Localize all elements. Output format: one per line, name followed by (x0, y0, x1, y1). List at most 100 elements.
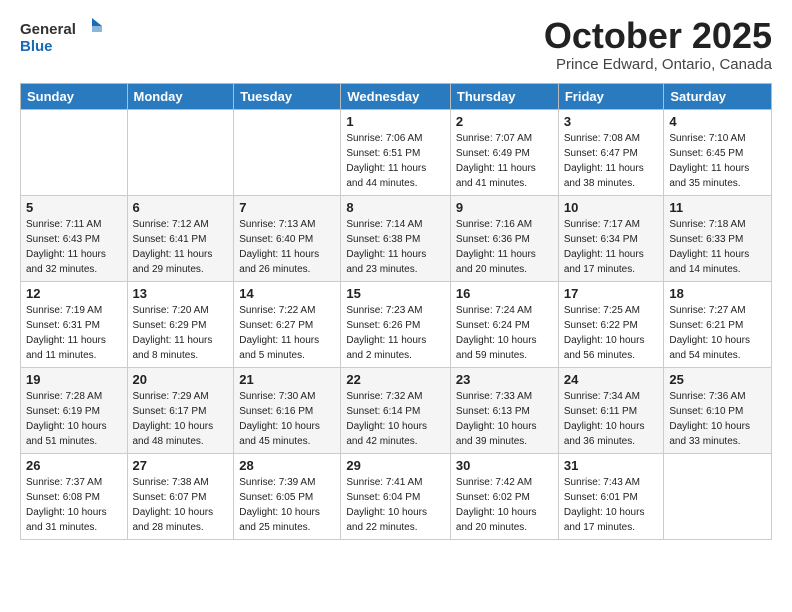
calendar-cell: 12Sunrise: 7:19 AM Sunset: 6:31 PM Dayli… (21, 281, 128, 367)
day-info: Sunrise: 7:27 AM Sunset: 6:21 PM Dayligh… (669, 303, 766, 363)
svg-text:General: General (20, 21, 76, 38)
day-number: 18 (669, 286, 766, 301)
calendar-cell: 13 Sunrise: 7:20 AM Sunset: 6:29 PM Dayli… (127, 281, 234, 367)
day-info: Sunrise: 7:24 AM Sunset: 6:24 PM Dayligh… (456, 303, 553, 363)
day-info: Sunrise: 7:38 AM Sunset: 6:07 PM Dayligh… (133, 475, 229, 535)
day-number: 15 (346, 286, 445, 301)
calendar-cell: 9 Sunrise: 7:16 AM Sunset: 6:36 PM Daylig… (450, 195, 558, 281)
calendar-cell: 30Sunrise: 7:42 AM Sunset: 6:02 PM Dayli… (450, 453, 558, 539)
day-info: Sunrise: 7:28 AM Sunset: 6:19 PM Dayligh… (26, 389, 122, 449)
col-thursday: Thursday (450, 83, 558, 109)
header-row: Sunday Monday Tuesday Wednesday Thursday… (21, 83, 772, 109)
day-number: 13 (133, 286, 229, 301)
calendar-cell: 29Sunrise: 7:41 AM Sunset: 6:04 PM Dayli… (341, 453, 451, 539)
day-info: Sunrise: 7:11 AM Sunset: 6:43 PM Dayligh… (26, 217, 122, 277)
day-info: Sunrise: 7:16 AM Sunset: 6:36 PM Dayligh… (456, 217, 553, 277)
day-number: 23 (456, 372, 553, 387)
day-info: Sunrise: 7:43 AM Sunset: 6:01 PM Dayligh… (564, 475, 659, 535)
day-info: Sunrise: 7:42 AM Sunset: 6:02 PM Dayligh… (456, 475, 553, 535)
page: General Blue October 2025 Prince Edward,… (0, 0, 792, 556)
day-info: Sunrise: 7:06 AM Sunset: 6:51 PM Dayligh… (346, 131, 445, 191)
calendar-cell: 27 Sunrise: 7:38 AM Sunset: 6:07 PM Dayli… (127, 453, 234, 539)
day-number: 26 (26, 458, 122, 473)
calendar-cell (234, 109, 341, 195)
day-number: 31 (564, 458, 659, 473)
day-info: Sunrise: 7:29 AM Sunset: 6:17 PM Dayligh… (133, 389, 229, 449)
calendar-cell: 8 Sunrise: 7:14 AM Sunset: 6:38 PM Daylig… (341, 195, 451, 281)
col-friday: Friday (558, 83, 664, 109)
calendar-cell: 4 Sunrise: 7:10 AM Sunset: 6:45 PM Daylig… (664, 109, 772, 195)
day-info: Sunrise: 7:10 AM Sunset: 6:45 PM Dayligh… (669, 131, 766, 191)
calendar-cell: 15Sunrise: 7:23 AM Sunset: 6:26 PM Dayli… (341, 281, 451, 367)
day-info: Sunrise: 7:25 AM Sunset: 6:22 PM Dayligh… (564, 303, 659, 363)
day-info: Sunrise: 7:37 AM Sunset: 6:08 PM Dayligh… (26, 475, 122, 535)
calendar-cell: 17Sunrise: 7:25 AM Sunset: 6:22 PM Dayli… (558, 281, 664, 367)
day-number: 11 (669, 200, 766, 215)
calendar-cell: 1 Sunrise: 7:06 AM Sunset: 6:51 PM Daylig… (341, 109, 451, 195)
calendar-cell: 21Sunrise: 7:30 AM Sunset: 6:16 PM Dayli… (234, 367, 341, 453)
calendar-cell: 7Sunrise: 7:13 AM Sunset: 6:40 PM Daylig… (234, 195, 341, 281)
title-block: October 2025 Prince Edward, Ontario, Can… (544, 16, 772, 73)
day-info: Sunrise: 7:17 AM Sunset: 6:34 PM Dayligh… (564, 217, 659, 277)
calendar-cell (21, 109, 128, 195)
day-info: Sunrise: 7:18 AM Sunset: 6:33 PM Dayligh… (669, 217, 766, 277)
calendar-cell: 6Sunrise: 7:12 AM Sunset: 6:41 PM Daylig… (127, 195, 234, 281)
calendar-cell: 26 Sunrise: 7:37 AM Sunset: 6:08 PM Dayli… (21, 453, 128, 539)
day-number: 9 (456, 200, 553, 215)
day-number: 5 (26, 200, 122, 215)
day-number: 8 (346, 200, 445, 215)
day-info: Sunrise: 7:13 AM Sunset: 6:40 PM Dayligh… (239, 217, 335, 277)
col-wednesday: Wednesday (341, 83, 451, 109)
day-info: Sunrise: 7:14 AM Sunset: 6:38 PM Dayligh… (346, 217, 445, 277)
calendar-cell: 14 Sunrise: 7:22 AM Sunset: 6:27 PM Dayli… (234, 281, 341, 367)
day-info: Sunrise: 7:07 AM Sunset: 6:49 PM Dayligh… (456, 131, 553, 191)
calendar-cell: 28 Sunrise: 7:39 AM Sunset: 6:05 PM Dayli… (234, 453, 341, 539)
day-number: 4 (669, 114, 766, 129)
calendar-table: Sunday Monday Tuesday Wednesday Thursday… (20, 83, 772, 540)
day-number: 10 (564, 200, 659, 215)
day-info: Sunrise: 7:39 AM Sunset: 6:05 PM Dayligh… (239, 475, 335, 535)
day-info: Sunrise: 7:12 AM Sunset: 6:41 PM Dayligh… (133, 217, 229, 277)
day-number: 20 (133, 372, 229, 387)
calendar-week-row: 12Sunrise: 7:19 AM Sunset: 6:31 PM Dayli… (21, 281, 772, 367)
calendar-body: 1 Sunrise: 7:06 AM Sunset: 6:51 PM Daylig… (21, 109, 772, 539)
calendar-cell: 18 Sunrise: 7:27 AM Sunset: 6:21 PM Dayli… (664, 281, 772, 367)
day-number: 21 (239, 372, 335, 387)
calendar-week-row: 26 Sunrise: 7:37 AM Sunset: 6:08 PM Dayli… (21, 453, 772, 539)
logo: General Blue (20, 16, 110, 56)
calendar-week-row: 19 Sunrise: 7:28 AM Sunset: 6:19 PM Dayli… (21, 367, 772, 453)
calendar-cell: 25Sunrise: 7:36 AM Sunset: 6:10 PM Dayli… (664, 367, 772, 453)
col-tuesday: Tuesday (234, 83, 341, 109)
day-number: 3 (564, 114, 659, 129)
calendar-week-row: 5 Sunrise: 7:11 AM Sunset: 6:43 PM Daylig… (21, 195, 772, 281)
day-info: Sunrise: 7:34 AM Sunset: 6:11 PM Dayligh… (564, 389, 659, 449)
month-title: October 2025 (544, 16, 772, 56)
day-number: 29 (346, 458, 445, 473)
day-number: 27 (133, 458, 229, 473)
day-number: 28 (239, 458, 335, 473)
col-monday: Monday (127, 83, 234, 109)
header: General Blue October 2025 Prince Edward,… (20, 16, 772, 73)
day-info: Sunrise: 7:19 AM Sunset: 6:31 PM Dayligh… (26, 303, 122, 363)
calendar-cell: 16 Sunrise: 7:24 AM Sunset: 6:24 PM Dayli… (450, 281, 558, 367)
calendar-cell: 2Sunrise: 7:07 AM Sunset: 6:49 PM Daylig… (450, 109, 558, 195)
day-number: 16 (456, 286, 553, 301)
day-info: Sunrise: 7:20 AM Sunset: 6:29 PM Dayligh… (133, 303, 229, 363)
day-number: 19 (26, 372, 122, 387)
day-number: 14 (239, 286, 335, 301)
col-sunday: Sunday (21, 83, 128, 109)
day-info: Sunrise: 7:33 AM Sunset: 6:13 PM Dayligh… (456, 389, 553, 449)
day-number: 24 (564, 372, 659, 387)
day-info: Sunrise: 7:22 AM Sunset: 6:27 PM Dayligh… (239, 303, 335, 363)
calendar-cell: 3Sunrise: 7:08 AM Sunset: 6:47 PM Daylig… (558, 109, 664, 195)
calendar-cell: 20 Sunrise: 7:29 AM Sunset: 6:17 PM Dayli… (127, 367, 234, 453)
col-saturday: Saturday (664, 83, 772, 109)
calendar-cell: 10 Sunrise: 7:17 AM Sunset: 6:34 PM Dayli… (558, 195, 664, 281)
calendar-cell (127, 109, 234, 195)
day-number: 1 (346, 114, 445, 129)
calendar-cell: 19 Sunrise: 7:28 AM Sunset: 6:19 PM Dayli… (21, 367, 128, 453)
day-info: Sunrise: 7:36 AM Sunset: 6:10 PM Dayligh… (669, 389, 766, 449)
calendar-week-row: 1 Sunrise: 7:06 AM Sunset: 6:51 PM Daylig… (21, 109, 772, 195)
calendar-cell: 31 Sunrise: 7:43 AM Sunset: 6:01 PM Dayli… (558, 453, 664, 539)
calendar-cell (664, 453, 772, 539)
